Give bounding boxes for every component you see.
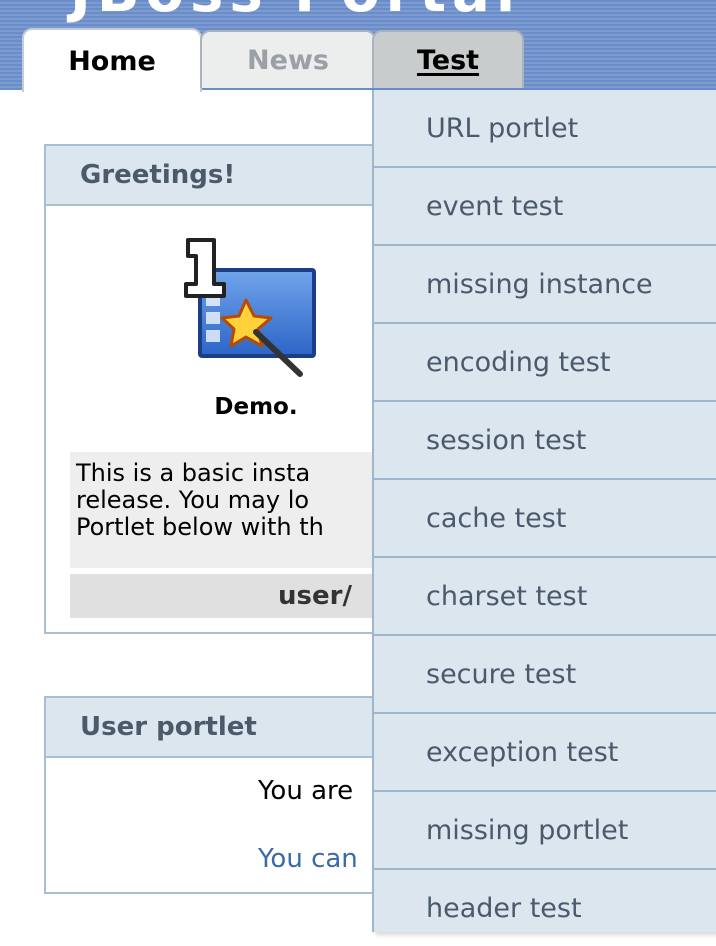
tab-news[interactable]: News (200, 30, 376, 88)
menu-item-exception-test[interactable]: exception test (374, 714, 716, 792)
tab-news-label: News (247, 44, 329, 76)
demo-wizard-icon (184, 238, 316, 377)
menu-item-secure-test[interactable]: secure test (374, 636, 716, 714)
test-dropdown-menu: URL portlet event test missing instance … (372, 90, 716, 932)
portal-title: JBoss Portal (70, 0, 521, 25)
menu-item-charset-test[interactable]: charset test (374, 558, 716, 636)
demo-caption: Demo. (214, 394, 298, 420)
user-login-link[interactable]: You can (258, 844, 358, 874)
tab-test-label: Test (416, 44, 480, 76)
menu-item-event-test[interactable]: event test (374, 168, 716, 246)
menu-item-cache-test[interactable]: cache test (374, 480, 716, 558)
menu-item-missing-portlet[interactable]: missing portlet (374, 792, 716, 870)
main-tabs: Home News Test (0, 26, 716, 92)
menu-item-missing-instance[interactable]: missing instance (374, 246, 716, 324)
menu-item-url-portlet[interactable]: URL portlet (374, 90, 716, 168)
menu-item-encoding-test[interactable]: encoding test (374, 324, 716, 402)
tab-home[interactable]: Home (22, 28, 202, 92)
tab-test[interactable]: Test (372, 30, 524, 88)
menu-item-header-test[interactable]: header test (374, 870, 716, 946)
user-status-text: You are (258, 776, 354, 806)
tab-home-label: Home (68, 45, 156, 77)
menu-item-session-test[interactable]: session test (374, 402, 716, 480)
